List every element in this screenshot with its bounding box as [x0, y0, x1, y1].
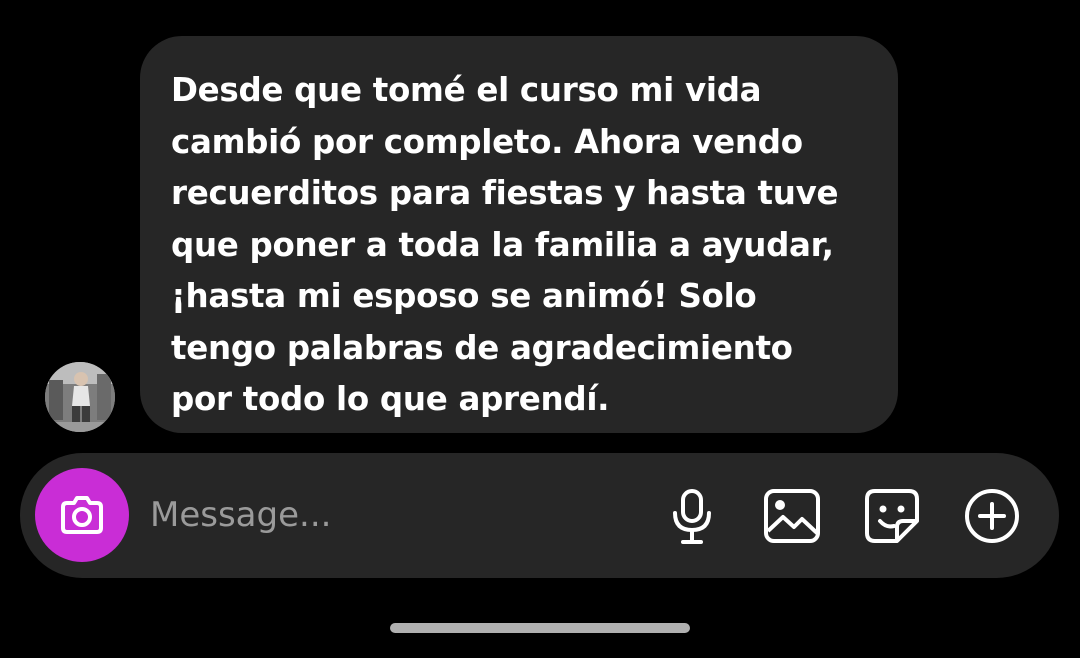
voice-message-button[interactable]	[661, 485, 723, 547]
avatar-photo	[45, 362, 115, 432]
plus-circle-icon	[965, 489, 1019, 543]
more-options-button[interactable]	[961, 485, 1023, 547]
incoming-message-bubble[interactable]: Desde que tomé el curso mi vida cambió p…	[140, 36, 898, 433]
gallery-icon	[764, 489, 820, 543]
camera-icon	[61, 496, 103, 534]
message-input[interactable]	[150, 490, 630, 540]
camera-button[interactable]	[35, 468, 129, 562]
sticker-icon	[865, 489, 919, 543]
microphone-icon	[673, 489, 711, 544]
message-composer	[20, 453, 1059, 578]
message-text: Desde que tomé el curso mi vida cambió p…	[171, 71, 839, 418]
chat-screen: Desde que tomé el curso mi vida cambió p…	[0, 0, 1080, 658]
sticker-button[interactable]	[861, 485, 923, 547]
gallery-button[interactable]	[761, 485, 823, 547]
home-indicator[interactable]	[390, 623, 690, 633]
sender-avatar[interactable]	[45, 362, 115, 432]
